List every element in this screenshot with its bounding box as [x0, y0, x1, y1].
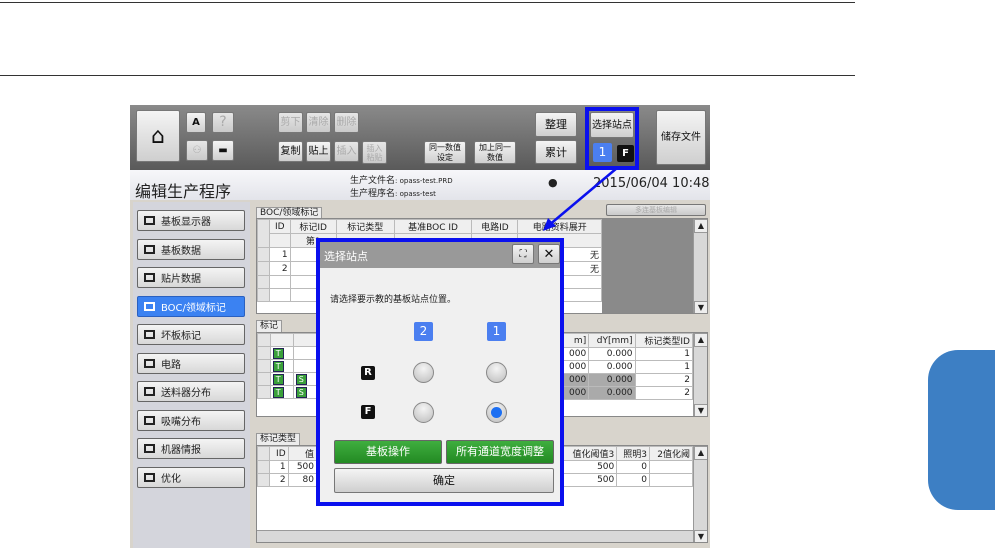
- radio-f-2[interactable]: [413, 402, 434, 423]
- select-station-dialog: 选择站点 ⛶ ✕ 请选择要示教的基板站点位置。 2 1 R F 基板操作 所有通…: [316, 238, 564, 506]
- radio-r-2[interactable]: [413, 362, 434, 383]
- board-operation-button[interactable]: 基板操作: [334, 440, 442, 464]
- dialog-titlebar: 选择站点 ⛶ ✕: [320, 242, 560, 268]
- maximize-icon: ⛶: [519, 248, 527, 260]
- row-f-label: F: [361, 405, 375, 419]
- row-r-label: R: [361, 366, 375, 380]
- dialog-title: 选择站点: [324, 250, 368, 263]
- radio-f-1[interactable]: [486, 402, 507, 423]
- close-icon: ✕: [543, 246, 555, 262]
- dialog-message: 请选择要示教的基板站点位置。: [330, 295, 457, 305]
- ok-button[interactable]: 确定: [334, 468, 554, 493]
- column-1-label: 1: [487, 322, 506, 341]
- column-2-label: 2: [414, 322, 433, 341]
- close-button[interactable]: ✕: [538, 244, 560, 264]
- radio-r-1[interactable]: [486, 362, 507, 383]
- maximize-button[interactable]: ⛶: [512, 244, 534, 264]
- all-lane-width-button[interactable]: 所有通道宽度调整: [446, 440, 554, 464]
